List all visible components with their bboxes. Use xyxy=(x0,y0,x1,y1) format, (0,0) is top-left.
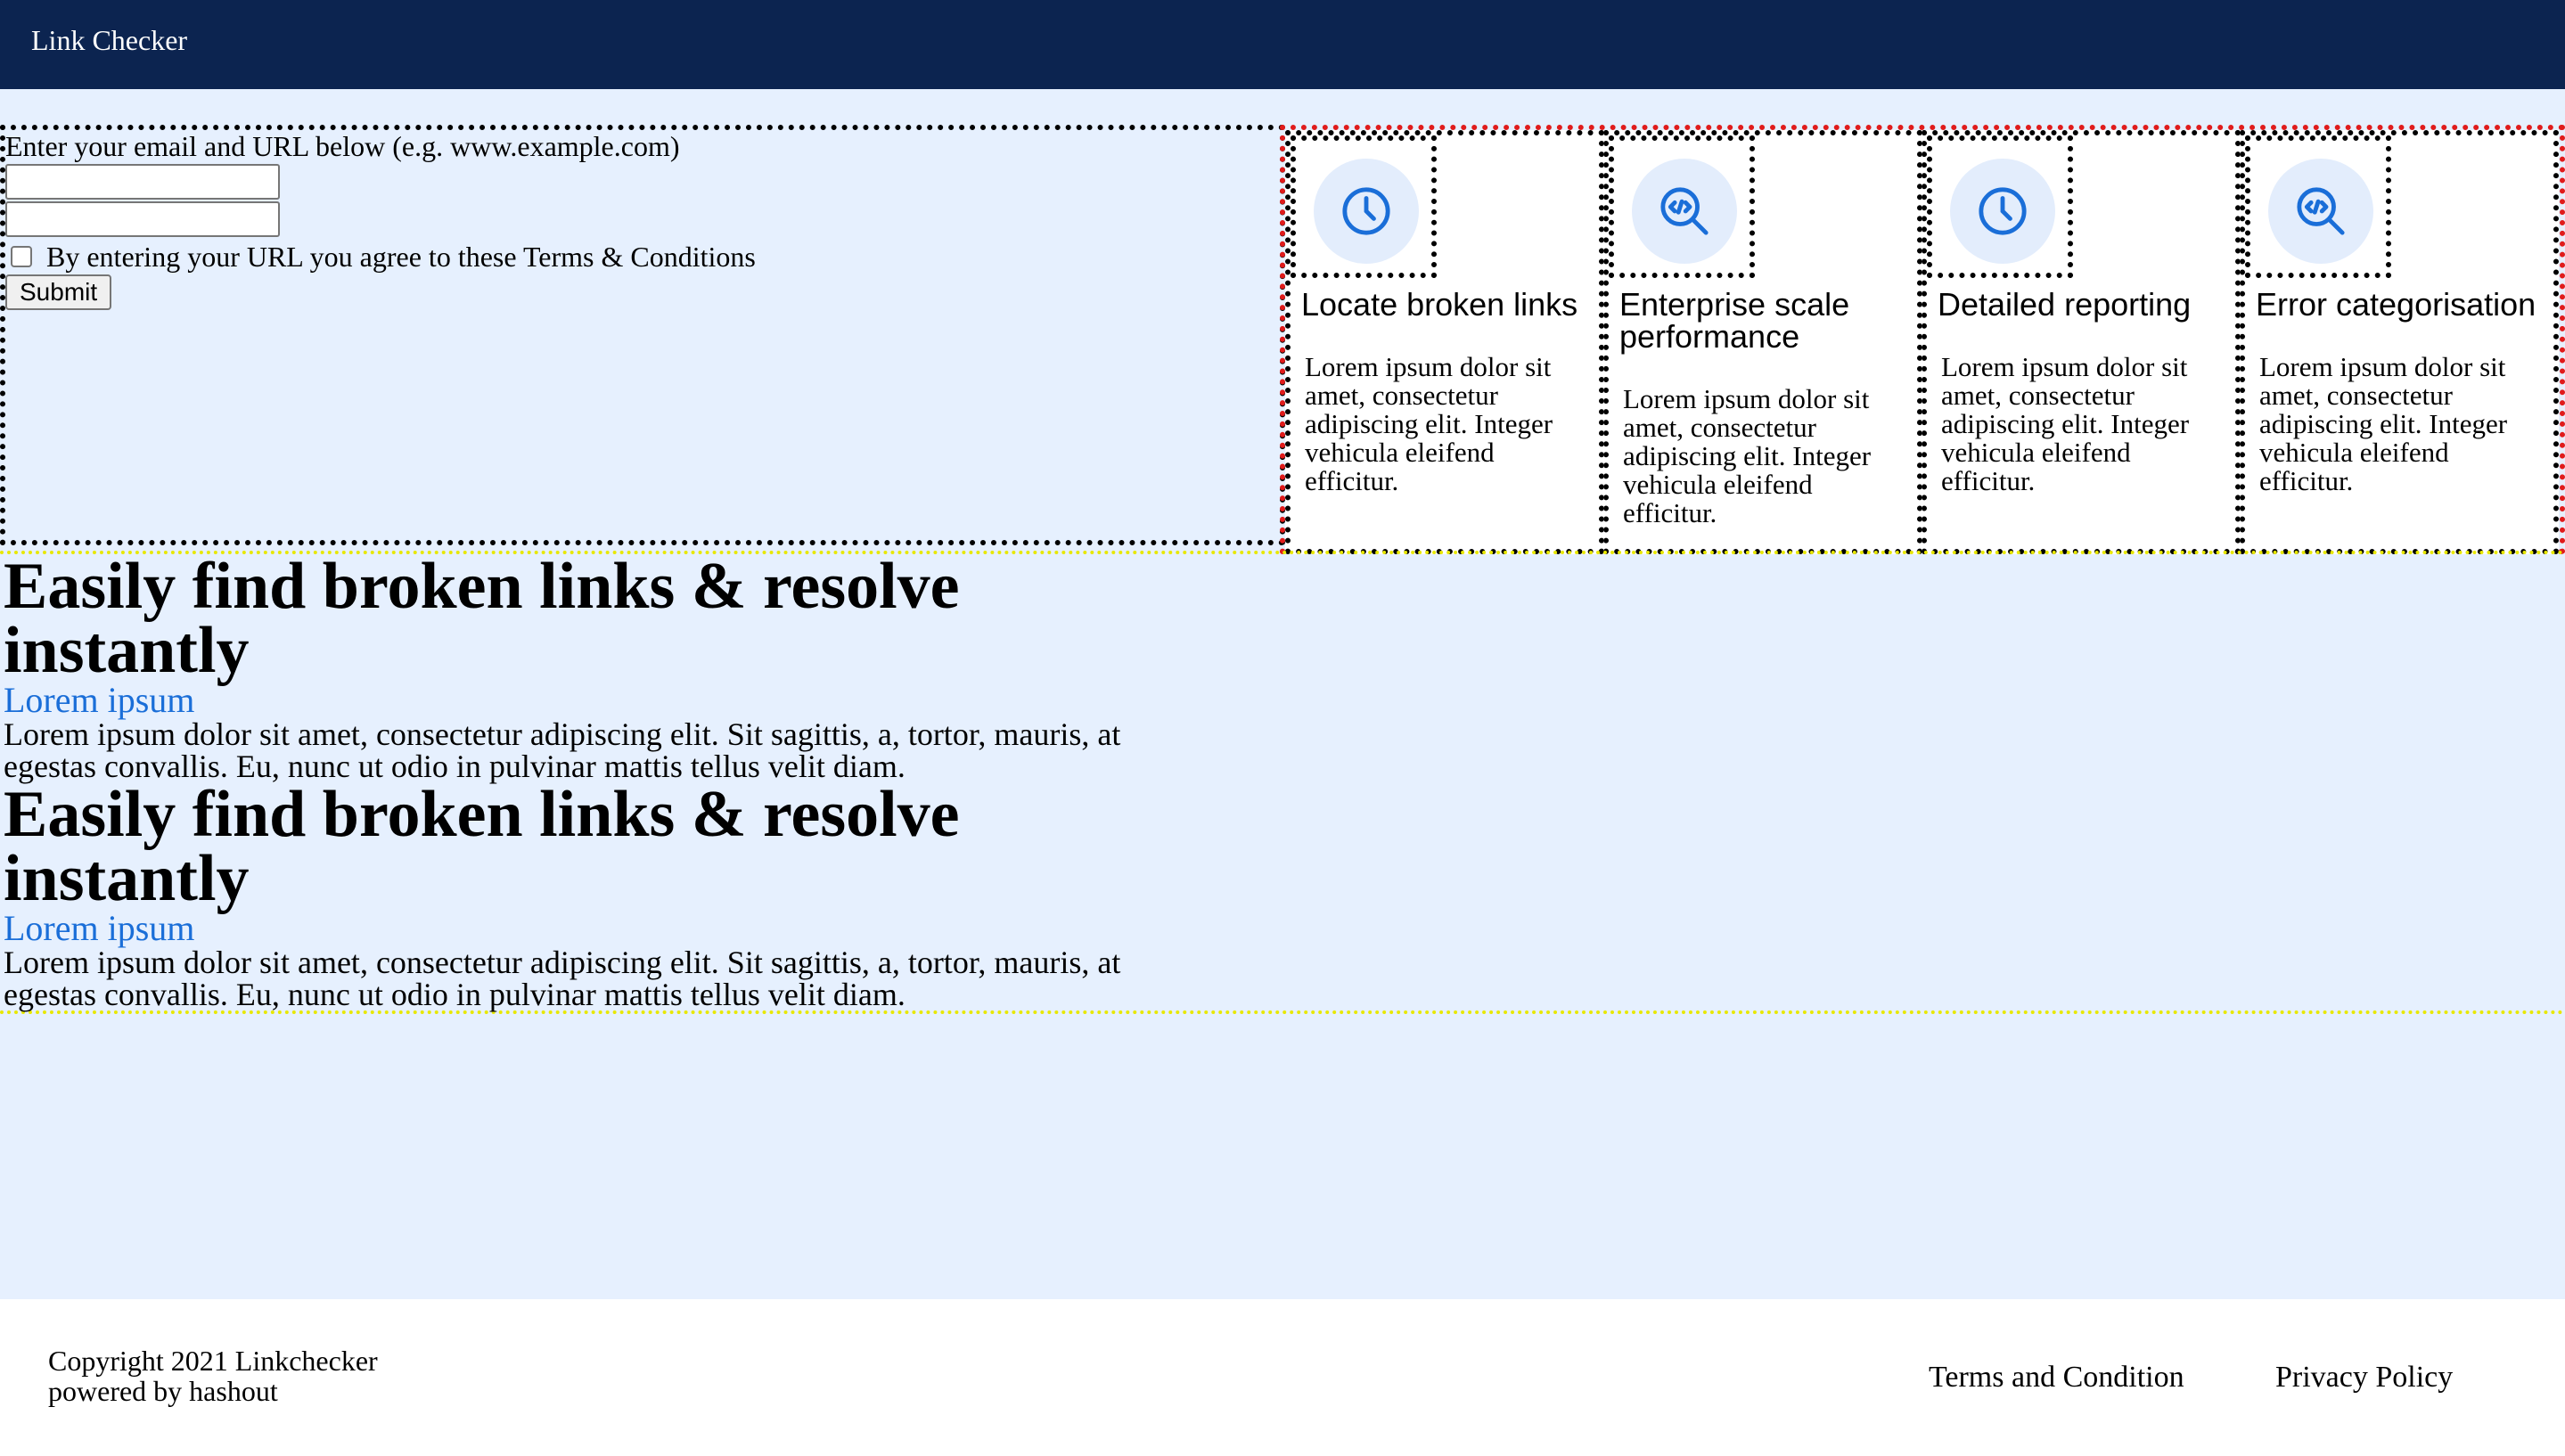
feature-title: Enterprise scale performance xyxy=(1619,286,1850,355)
hero-subtitle[interactable]: Lorem ipsum xyxy=(4,683,1162,718)
feature-card: Detailed reporting Lorem ipsum dolor sit… xyxy=(1922,130,2241,554)
feature-card: Locate broken links Lorem ipsum dolor si… xyxy=(1285,130,1604,554)
feature-icon-box xyxy=(1291,135,1437,278)
brand-title[interactable]: Link Checker xyxy=(31,22,187,58)
clock-icon xyxy=(1979,187,2027,235)
clock-icon xyxy=(1342,187,1390,235)
hero-heading: Easily find broken links & resolve insta… xyxy=(4,550,960,687)
hero-block: Easily find broken links & resolve insta… xyxy=(4,550,1162,784)
url-input[interactable] xyxy=(5,201,280,237)
feature-title: Error categorisation xyxy=(2256,286,2536,323)
feature-icon-box xyxy=(1927,135,2073,278)
terms-label: By entering your URL you agree to these … xyxy=(46,241,756,273)
submit-button[interactable]: Submit xyxy=(5,274,112,310)
feature-description: Lorem ipsum dolor sit amet, consectetur … xyxy=(2259,351,2508,496)
feature-description: Lorem ipsum dolor sit amet, consectetur … xyxy=(1305,351,1553,496)
terms-link[interactable]: Terms and Condition xyxy=(1929,1360,2184,1395)
form-prompt: Enter your email and URL below (e.g. www… xyxy=(5,130,680,162)
hero-section: Easily find broken links & resolve insta… xyxy=(0,551,2565,1014)
hero-text: Lorem ipsum dolor sit amet, consectetur … xyxy=(4,716,1121,784)
features-grid: Locate broken links Lorem ipsum dolor si… xyxy=(1280,125,2565,554)
icon-circle xyxy=(1632,159,1737,264)
code-search-icon xyxy=(1660,187,1709,235)
copyright-text: Copyright 2021 Linkchecker xyxy=(48,1345,378,1377)
icon-circle xyxy=(1950,159,2055,264)
terms-checkbox[interactable] xyxy=(11,246,32,267)
feature-icon-box xyxy=(1609,135,1755,278)
top-navbar: Link Checker xyxy=(0,0,2565,89)
feature-description: Lorem ipsum dolor sit amet, consectetur … xyxy=(1623,383,1872,528)
privacy-policy-link[interactable]: Privacy Policy xyxy=(2275,1360,2453,1395)
email-input[interactable] xyxy=(5,164,280,200)
hero-heading: Easily find broken links & resolve insta… xyxy=(4,778,960,915)
feature-description: Lorem ipsum dolor sit amet, consectetur … xyxy=(1941,351,2190,496)
footer: Copyright 2021 Linkchecker powered by ha… xyxy=(0,1299,2565,1456)
hero-text: Lorem ipsum dolor sit amet, consectetur … xyxy=(4,945,1121,1012)
code-search-icon xyxy=(2297,187,2345,235)
feature-card: Enterprise scale performance Lorem ipsum… xyxy=(1603,130,1922,554)
feature-title: Detailed reporting xyxy=(1938,286,2192,323)
feature-icon-box xyxy=(2245,135,2391,278)
powered-by-text: powered by hashout xyxy=(48,1375,278,1407)
hero-block: Easily find broken links & resolve insta… xyxy=(4,778,1162,1012)
terms-row: By entering your URL you agree to these … xyxy=(11,241,756,273)
feature-title: Locate broken links xyxy=(1301,286,1578,323)
icon-circle xyxy=(1314,159,1419,264)
hero-subtitle[interactable]: Lorem ipsum xyxy=(4,911,1162,946)
feature-card: Error categorisation Lorem ipsum dolor s… xyxy=(2240,130,2559,554)
url-check-form: Enter your email and URL below (e.g. www… xyxy=(0,125,1285,545)
icon-circle xyxy=(2268,159,2373,264)
